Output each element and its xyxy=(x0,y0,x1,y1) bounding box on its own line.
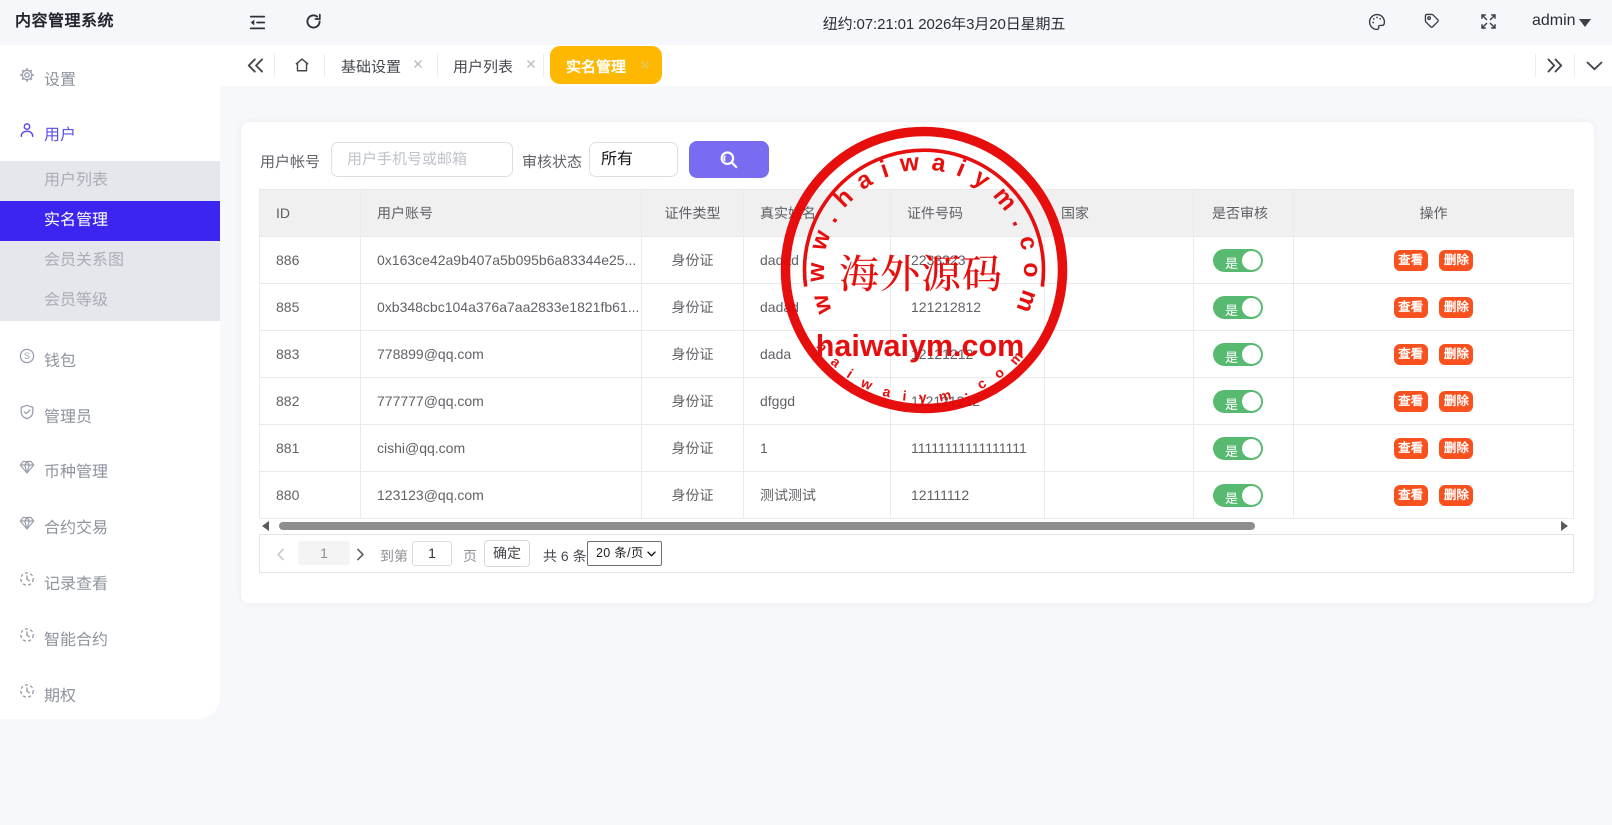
svg-text:S: S xyxy=(24,351,30,361)
svg-text:haiwaiym.com: haiwaiym.com xyxy=(816,329,1025,363)
svg-text:海外源码: 海外源码 xyxy=(839,243,1003,300)
